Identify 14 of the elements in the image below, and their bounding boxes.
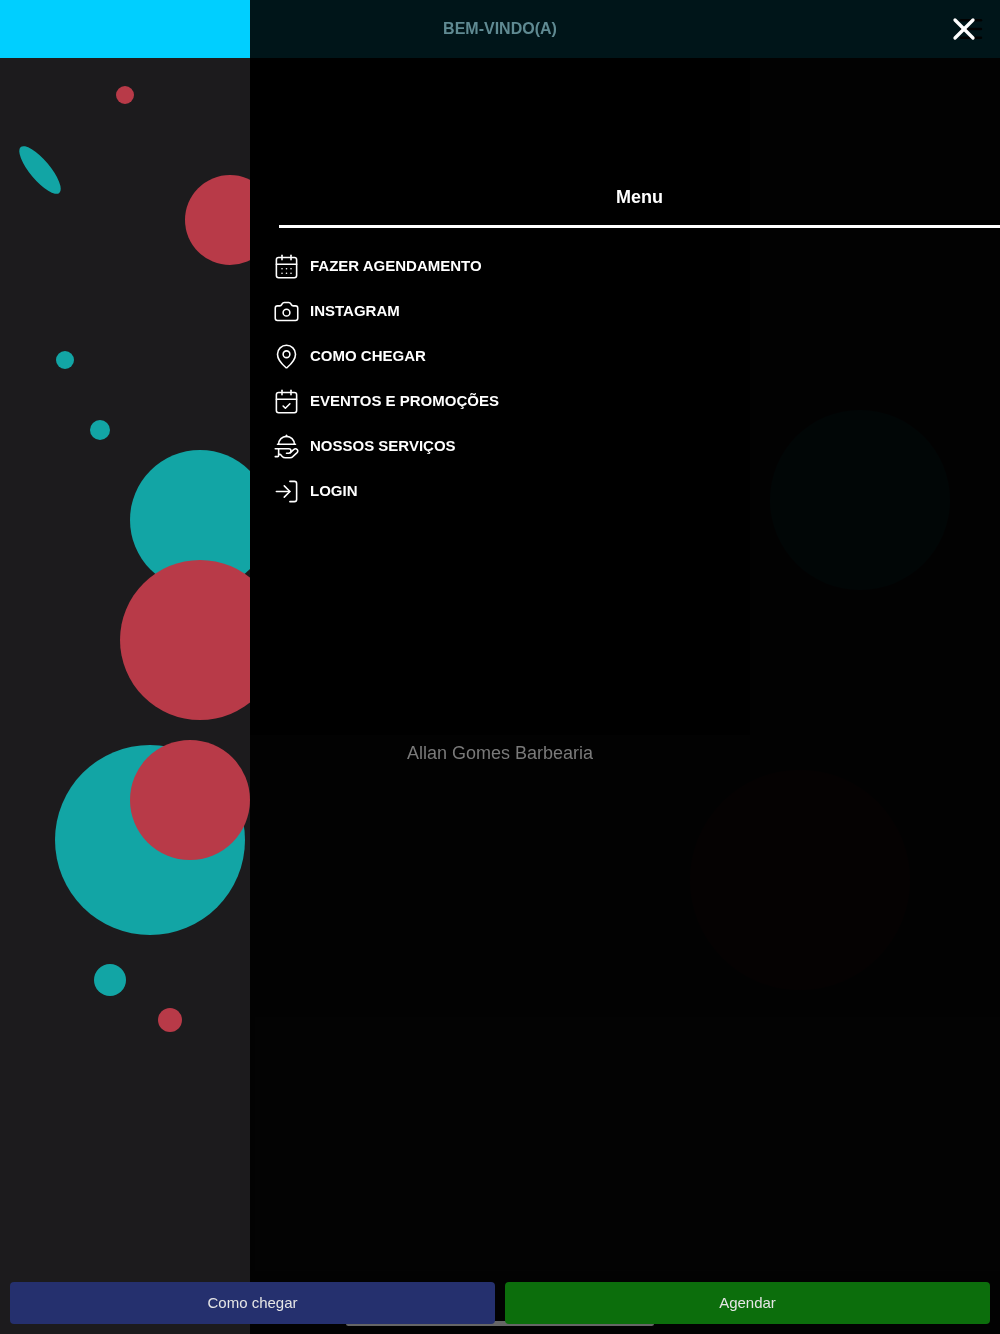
menu-item[interactable]: FAZER AGENDAMENTO [273, 252, 1000, 280]
menu-item[interactable]: INSTAGRAM [273, 297, 1000, 325]
serving-hand-icon [273, 432, 300, 460]
business-name: Allan Gomes Barbearia [406, 742, 594, 765]
calendar-icon [273, 387, 300, 415]
calendar-icon [273, 252, 300, 280]
menu-item[interactable]: NOSSOS SERVIÇOS [273, 432, 1000, 460]
bottom-button[interactable]: Agendar [505, 1282, 990, 1324]
header-title: BEM-VINDO(A) [443, 19, 557, 39]
bottom-button[interactable]: Como chegar [10, 1282, 495, 1324]
menu-item[interactable]: EVENTOS E PROMOÇÕES [273, 387, 1000, 415]
menu-item[interactable]: LOGIN [273, 477, 1000, 505]
menu-title: Menu [616, 186, 663, 209]
menu-item[interactable]: COMO CHEGAR [273, 342, 1000, 370]
